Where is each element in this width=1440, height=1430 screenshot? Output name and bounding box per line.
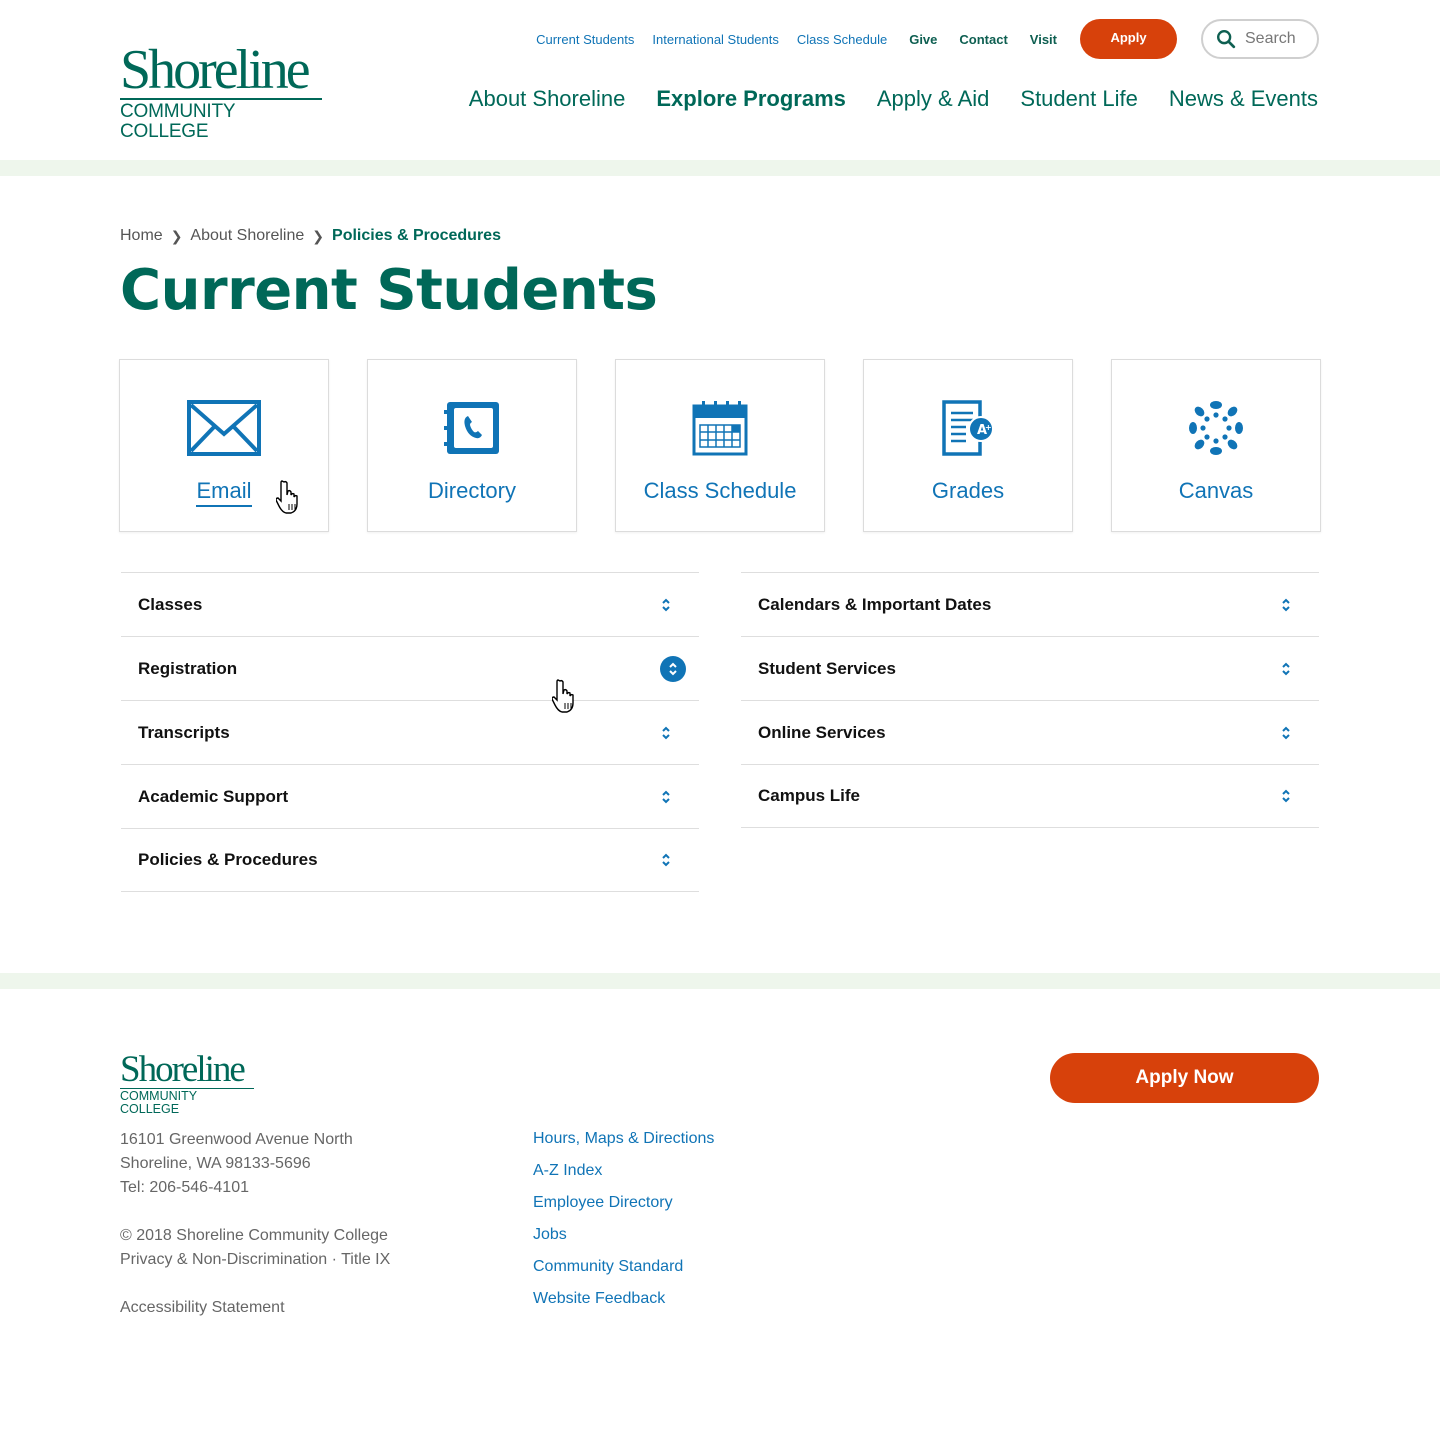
accordion-item-transcripts[interactable]: Transcripts [121,700,699,764]
canvas-logo-icon [1189,401,1243,455]
footer-address: 16101 Greenwood Avenue North Shoreline, … [120,1128,390,1320]
hand-cursor-icon [552,679,574,713]
accordion-item-registration[interactable]: Registration [121,636,699,700]
expand-icon[interactable] [660,655,686,682]
accordion-title: Policies & Procedures [138,850,318,869]
page-title: Current Students [120,258,658,323]
accordion-item-online-services[interactable]: Online Services [741,700,1319,764]
footer-link-website-feedback[interactable]: Website Feedback [533,1287,714,1319]
nav-about-shoreline[interactable]: About Shoreline [469,86,626,112]
logo-subtitle: COMMUNITY COLLEGE [120,98,322,142]
search-input[interactable] [1245,30,1315,48]
privacy-link[interactable]: Privacy & Non-Discrimination · Title IX [120,1248,390,1272]
address-line: 16101 Greenwood Avenue North [120,1131,353,1148]
card-label: Email [196,478,252,507]
header-divider-band [0,160,1440,176]
utility-link-give[interactable]: Give [909,32,937,47]
utility-link-international-students[interactable]: International Students [652,32,778,47]
card-label: Directory [427,478,516,503]
footer-link-community-standard[interactable]: Community Standard [533,1255,714,1287]
utility-link-visit[interactable]: Visit [1030,32,1057,47]
apply-button[interactable]: Apply [1080,19,1177,59]
address-line: Shoreline, WA 98133-5696 [120,1155,311,1172]
nav-news-events[interactable]: News & Events [1169,86,1318,112]
accordion-title: Academic Support [138,786,289,806]
chevron-right-icon: ❯ [170,227,183,244]
accordion-left: Classes Registration Transcripts Academi… [121,572,699,892]
footer-link-az-index[interactable]: A-Z Index [533,1159,714,1191]
accordion-item-classes[interactable]: Classes [121,572,699,636]
expand-icon[interactable] [1273,592,1299,618]
breadcrumb-home[interactable]: Home [120,227,163,245]
accordion-title: Classes [138,594,203,614]
expand-icon[interactable] [653,847,679,873]
svg-text:+: + [985,423,992,432]
card-class-schedule[interactable]: Class Schedule [615,359,825,532]
apply-now-button[interactable]: Apply Now [1050,1053,1319,1103]
footer-divider-band [0,973,1440,989]
footer-link-jobs[interactable]: Jobs [533,1223,714,1255]
footer-links: Hours, Maps & Directions A-Z Index Emplo… [533,1127,714,1319]
breadcrumb-current: Policies & Procedures [332,227,501,244]
nav-apply-aid[interactable]: Apply & Aid [877,86,990,112]
card-canvas[interactable]: Canvas [1111,359,1321,532]
expand-icon[interactable] [1273,783,1299,809]
main-nav: About Shoreline Explore Programs Apply &… [438,86,1318,112]
card-label: Grades [931,478,1005,503]
phone-book-icon [444,402,499,454]
expand-icon[interactable] [653,784,679,810]
accordion-title: Student Services [758,658,896,678]
breadcrumb: Home ❯ About Shoreline ❯ Policies & Proc… [120,227,501,245]
footer-link-employee-directory[interactable]: Employee Directory [533,1191,714,1223]
calendar-icon [692,401,748,456]
copyright: © 2018 Shoreline Community College [120,1227,388,1244]
card-label: Canvas [1178,478,1254,503]
accordion-title: Transcripts [138,722,230,742]
breadcrumb-parent[interactable]: About Shoreline [190,227,304,245]
chevron-right-icon: ❯ [312,227,325,244]
accordion-item-campus-life[interactable]: Campus Life [741,764,1319,828]
card-grades[interactable]: A + Grades [863,359,1073,532]
footer-logo-brand: Shoreline [120,1049,246,1090]
utility-link-contact[interactable]: Contact [959,32,1007,47]
accordion-item-calendars[interactable]: Calendars & Important Dates [741,572,1319,636]
card-label: Class Schedule [643,478,797,503]
envelope-icon [187,400,261,456]
footer-logo-subtitle: COMMUNITY COLLEGE [120,1088,254,1116]
card-directory[interactable]: Directory [367,359,577,532]
accordion-title: Online Services [758,722,886,742]
accordion-item-student-services[interactable]: Student Services [741,636,1319,700]
nav-explore-programs[interactable]: Explore Programs [656,86,846,112]
expand-icon[interactable] [653,720,679,746]
accordion-item-academic-support[interactable]: Academic Support [121,764,699,828]
expand-icon[interactable] [653,592,679,618]
footer-link-hours-maps[interactable]: Hours, Maps & Directions [533,1127,714,1159]
hand-cursor-icon [276,480,298,514]
search-icon [1217,30,1236,49]
utility-nav: Current Students International Students … [518,19,1319,59]
accordion-title: Calendars & Important Dates [758,594,992,614]
accessibility-link[interactable]: Accessibility Statement [120,1296,390,1320]
site-logo[interactable]: Shoreline COMMUNITY COLLEGE [120,39,322,142]
utility-link-class-schedule[interactable]: Class Schedule [797,32,887,47]
accordion-item-policies-procedures[interactable]: Policies & Procedures [121,828,699,892]
grade-report-icon: A + [942,400,994,456]
search-box[interactable] [1201,19,1319,59]
accordion-right: Calendars & Important Dates Student Serv… [741,572,1319,828]
expand-icon[interactable] [1273,656,1299,682]
nav-student-life[interactable]: Student Life [1020,86,1137,112]
phone-number: Tel: 206-546-4101 [120,1179,249,1196]
logo-brand: Shoreline [120,39,311,101]
footer-logo[interactable]: Shoreline COMMUNITY COLLEGE [120,1049,254,1116]
accordion-title: Campus Life [758,786,861,805]
accordion-title: Registration [138,658,238,678]
utility-link-current-students[interactable]: Current Students [536,32,634,47]
expand-icon[interactable] [1273,720,1299,746]
